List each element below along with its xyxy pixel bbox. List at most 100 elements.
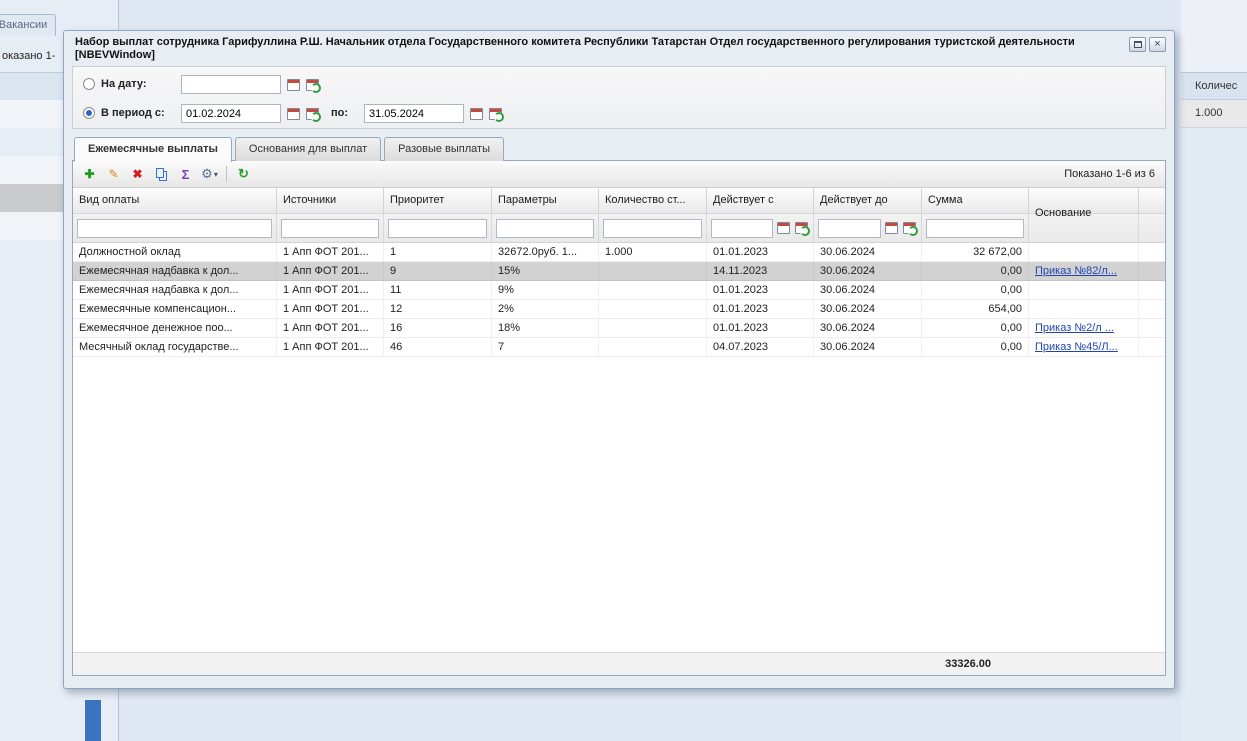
table-row[interactable]: Ежемесячная надбавка к дол... 1 Апп ФОТ … xyxy=(73,281,1165,300)
filter-valid-from-input[interactable] xyxy=(711,218,773,238)
grid-cell xyxy=(599,281,707,299)
grid-cell-filler xyxy=(1139,300,1165,318)
filter-valid-to-input[interactable] xyxy=(818,218,881,238)
grid-cell xyxy=(1029,281,1139,299)
grid-cell: 2% xyxy=(492,300,599,318)
filter-payment-type-input[interactable] xyxy=(77,218,272,238)
filter-cell xyxy=(277,214,384,242)
filter-cell xyxy=(384,214,492,242)
calendar-button[interactable] xyxy=(467,105,485,122)
grid-cell: 01.01.2023 xyxy=(707,300,814,318)
background-column-header: Количес xyxy=(1181,72,1247,100)
column-header-amount[interactable]: Сумма xyxy=(922,188,1029,213)
period-from-input[interactable] xyxy=(181,104,281,123)
grid-cell: 30.06.2024 xyxy=(814,243,922,261)
period-to-label: по: xyxy=(331,107,349,119)
grid-cell: 1 Апп ФОТ 201... xyxy=(277,243,384,261)
calendar-refresh-button[interactable] xyxy=(901,220,918,237)
column-header-valid-to[interactable]: Действует до xyxy=(814,188,922,213)
gear-icon: ⚙ xyxy=(201,166,213,181)
calendar-refresh-button[interactable] xyxy=(303,105,321,122)
add-button[interactable]: ✚ xyxy=(79,164,100,185)
filter-parameters-input[interactable] xyxy=(496,218,594,238)
payments-window: Набор выплат сотрудника Гарифуллина Р.Ш.… xyxy=(63,30,1175,689)
grid-cell: 9% xyxy=(492,281,599,299)
calendar-refresh-icon xyxy=(305,107,321,122)
grid-cell: 0,00 xyxy=(922,338,1029,356)
table-row-selected[interactable]: Ежемесячная надбавка к дол... 1 Апп ФОТ … xyxy=(73,262,1165,281)
grid-cell: 11 xyxy=(384,281,492,299)
calendar-button[interactable] xyxy=(284,76,302,93)
grid-cell: 1 Апп ФОТ 201... xyxy=(277,300,384,318)
tab-monthly-payments[interactable]: Ежемесячные выплаты xyxy=(74,137,232,162)
copy-button[interactable] xyxy=(151,164,172,185)
grid-cell: Приказ №82/л... xyxy=(1029,262,1139,280)
calendar-refresh-icon xyxy=(902,222,918,236)
background-tab-vacancies[interactable]: Вакансии xyxy=(0,14,56,36)
table-row[interactable]: Ежемесячное денежное поо... 1 Апп ФОТ 20… xyxy=(73,319,1165,338)
order-link[interactable]: Приказ №82/л... xyxy=(1035,265,1117,277)
grid-cell: 15% xyxy=(492,262,599,280)
toolbar-separator xyxy=(226,166,227,182)
close-button[interactable]: × xyxy=(1149,37,1166,52)
filter-quantity-input[interactable] xyxy=(603,218,702,238)
grid-cell: 30.06.2024 xyxy=(814,338,922,356)
background-paging-text: оказано 1- xyxy=(2,50,56,62)
grid-cell: 30.06.2024 xyxy=(814,281,922,299)
edit-button[interactable]: ✎ xyxy=(103,164,124,185)
column-header-parameters[interactable]: Параметры xyxy=(492,188,599,213)
grid-header-row: Вид оплаты Источники Приоритет Параметры… xyxy=(73,188,1165,219)
period-to-input[interactable] xyxy=(364,104,464,123)
table-row[interactable]: Месячный оклад государстве... 1 Апп ФОТ … xyxy=(73,338,1165,357)
calendar-button[interactable] xyxy=(775,220,791,237)
grid-cell: 12 xyxy=(384,300,492,318)
calendar-refresh-button[interactable] xyxy=(486,105,504,122)
restore-button[interactable] xyxy=(1129,37,1146,52)
column-header-payment-type[interactable]: Вид оплаты xyxy=(73,188,277,213)
grid-cell: Ежемесячная надбавка к дол... xyxy=(73,281,277,299)
calendar-button[interactable] xyxy=(284,105,302,122)
tab-payment-grounds[interactable]: Основания для выплат xyxy=(234,137,382,161)
grid-cell: 30.06.2024 xyxy=(814,262,922,280)
window-title: Набор выплат сотрудника Гарифуллина Р.Ш.… xyxy=(75,36,1075,61)
grid-cell: 0,00 xyxy=(922,262,1029,280)
period-radio[interactable] xyxy=(83,107,95,119)
order-link[interactable]: Приказ №45/Л... xyxy=(1035,341,1118,353)
grid-cell: 0,00 xyxy=(922,281,1029,299)
refresh-button[interactable]: ↻ xyxy=(233,164,254,185)
table-row[interactable]: Должностной оклад 1 Апп ФОТ 201... 1 326… xyxy=(73,243,1165,262)
filter-priority-input[interactable] xyxy=(388,218,487,238)
calendar-icon xyxy=(286,107,300,120)
filter-cell xyxy=(492,214,599,242)
date-filter-panel: На дату: В период с: по: xyxy=(72,66,1166,129)
calendar-refresh-icon xyxy=(305,78,321,93)
settings-menu-button[interactable]: ⚙ ▾ xyxy=(199,164,220,185)
calendar-refresh-button[interactable] xyxy=(303,76,321,93)
order-link[interactable]: Приказ №2/л ... xyxy=(1035,322,1114,334)
table-row[interactable]: Ежемесячные компенсацион... 1 Апп ФОТ 20… xyxy=(73,300,1165,319)
column-header-valid-from[interactable]: Действует с xyxy=(707,188,814,213)
column-header-sources[interactable]: Источники xyxy=(277,188,384,213)
period-label: В период с: xyxy=(101,107,165,119)
refresh-icon: ↻ xyxy=(238,166,249,181)
on-date-radio[interactable] xyxy=(83,78,95,90)
column-header-basis[interactable]: Основание xyxy=(1029,188,1139,219)
add-icon: ✚ xyxy=(84,167,95,181)
grid-cell: Должностной оклад xyxy=(73,243,277,261)
column-header-priority[interactable]: Приоритет xyxy=(384,188,492,213)
delete-button[interactable]: ✖ xyxy=(127,164,148,185)
column-header-quantity[interactable]: Количество ст... xyxy=(599,188,707,213)
delete-icon: ✖ xyxy=(132,167,143,181)
on-date-input[interactable] xyxy=(181,75,281,94)
filter-sources-input[interactable] xyxy=(281,218,379,238)
tab-onetime-payments[interactable]: Разовые выплаты xyxy=(384,137,504,161)
filter-amount-input[interactable] xyxy=(926,218,1024,238)
grid-cell: 7 xyxy=(492,338,599,356)
calendar-refresh-button[interactable] xyxy=(793,220,810,237)
sum-button[interactable]: Σ xyxy=(175,164,196,185)
background-right-top xyxy=(1181,0,1247,72)
filter-cell xyxy=(1029,214,1139,242)
calendar-button[interactable] xyxy=(883,220,899,237)
background-right-panel: Количес 1.000 xyxy=(1181,0,1247,741)
grid-cell-filler xyxy=(1139,319,1165,337)
